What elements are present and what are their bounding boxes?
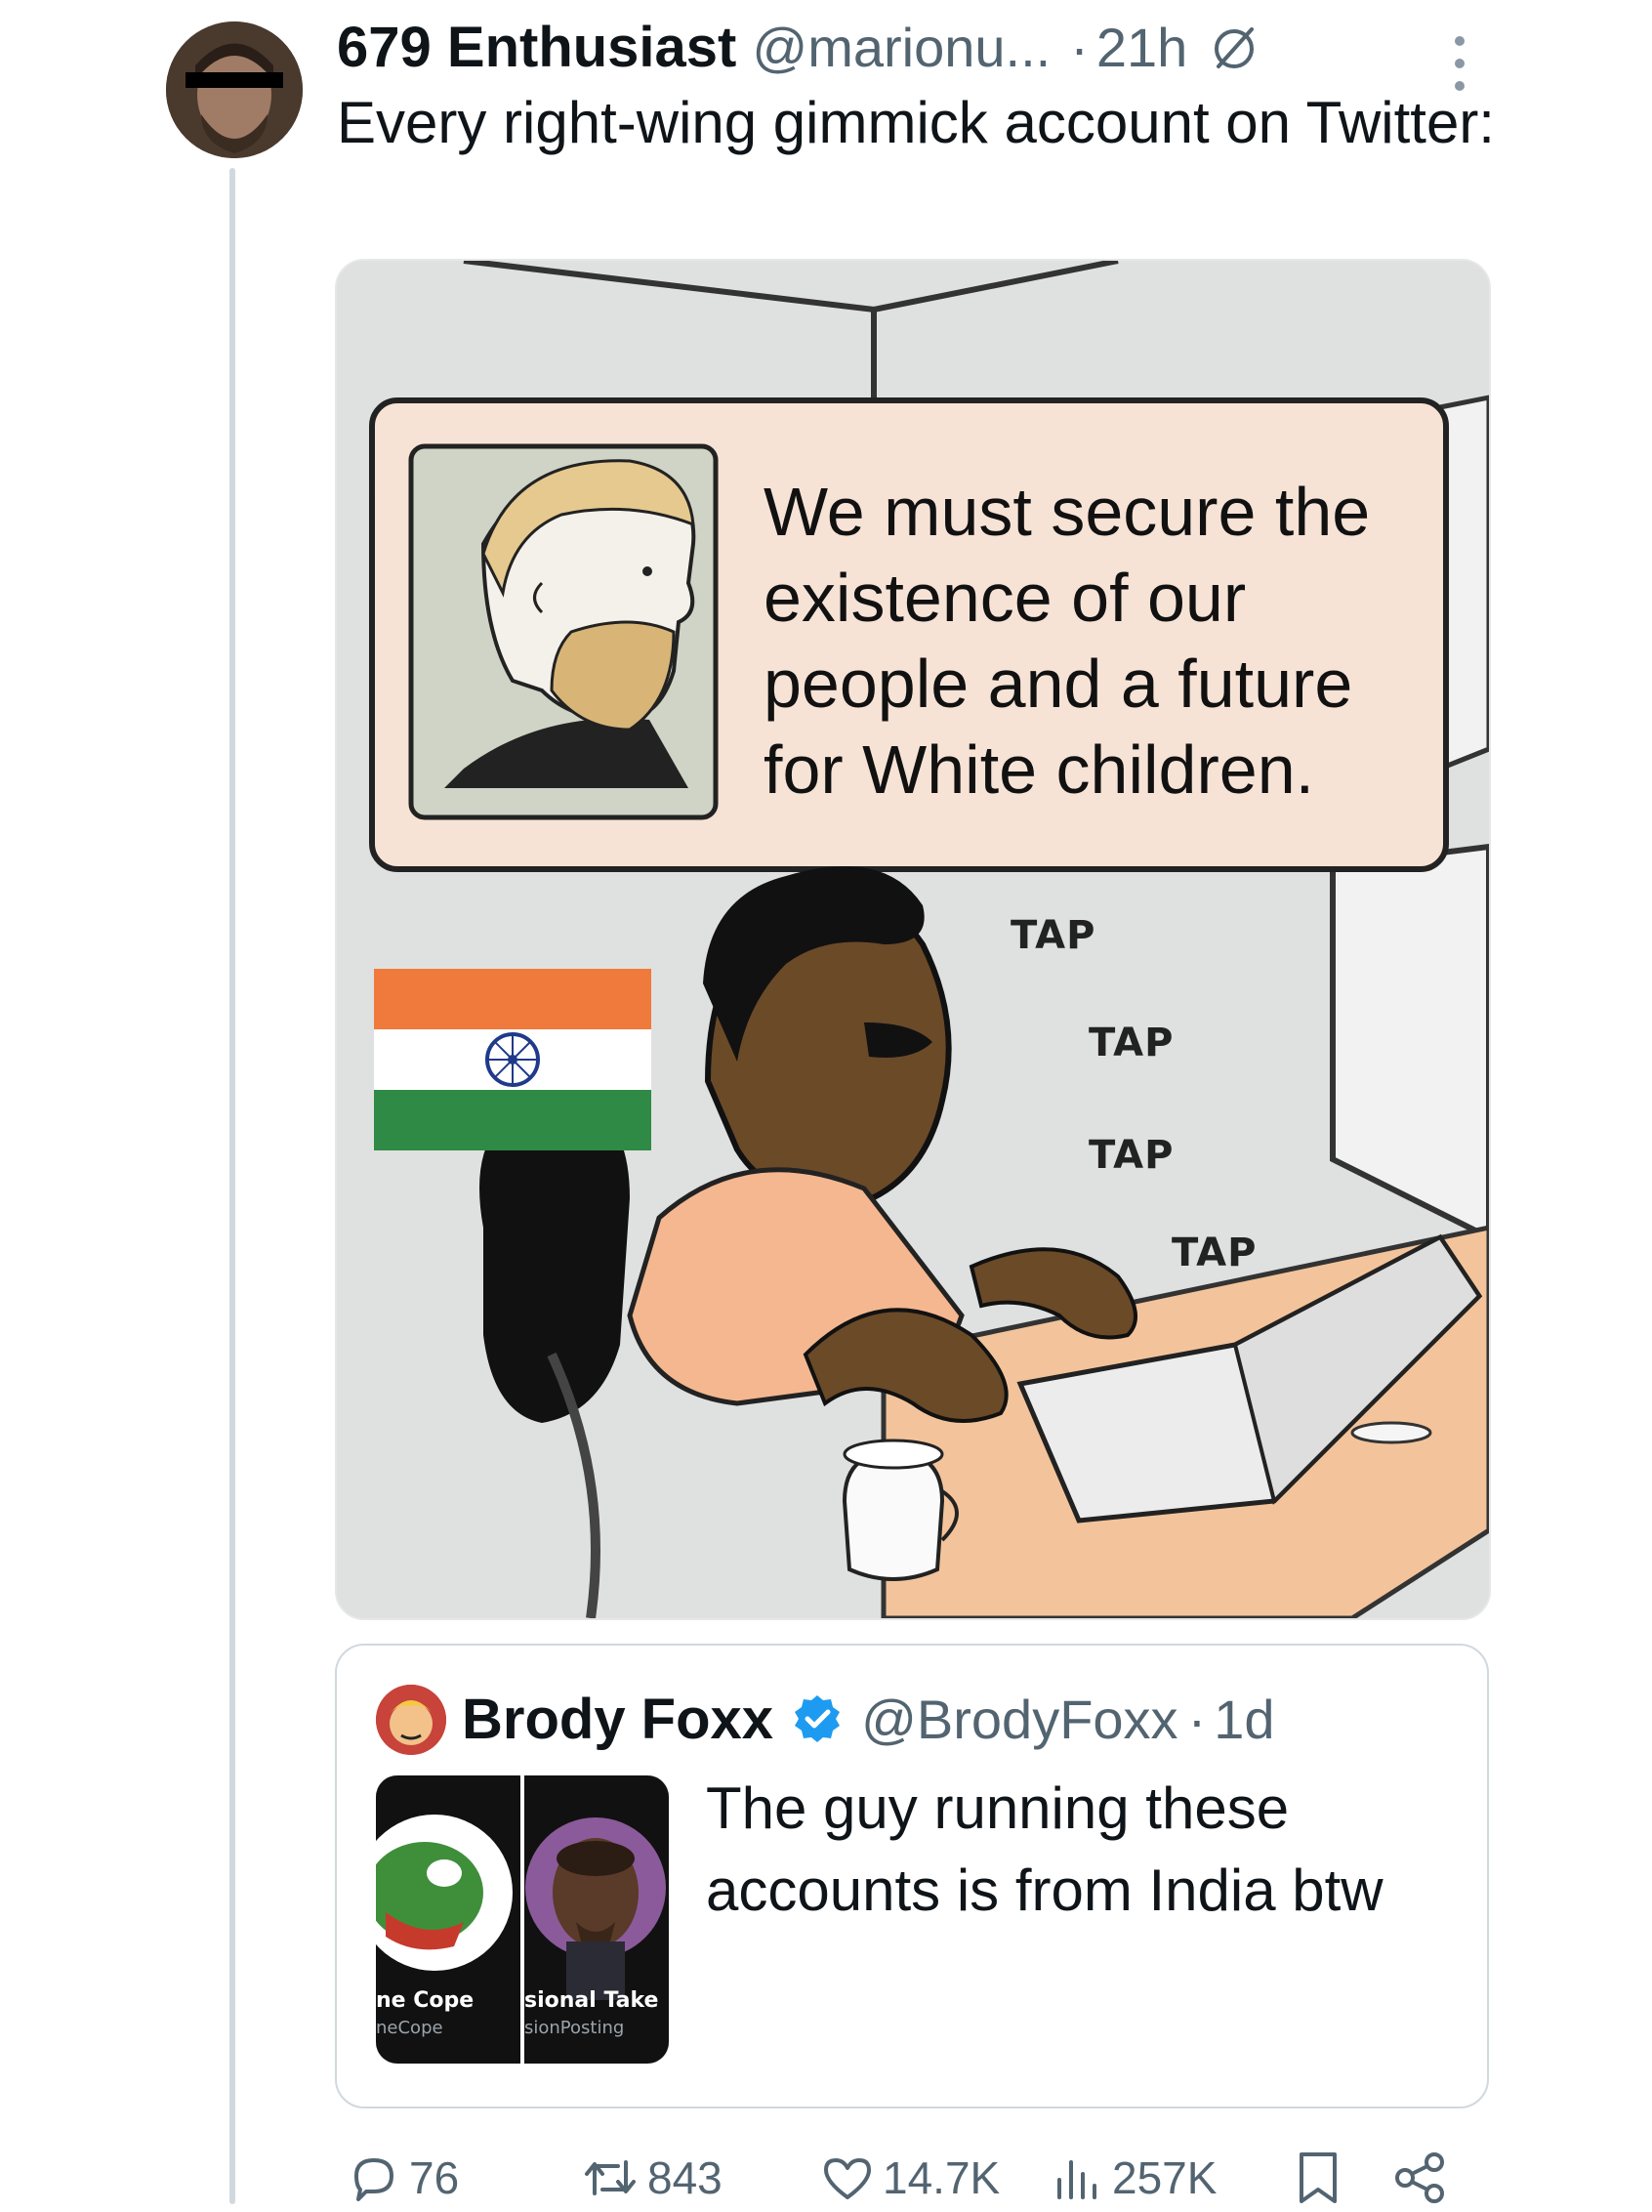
like-count: 14.7K	[883, 2152, 1001, 2203]
quote-text: The guy running these accounts is from I…	[706, 1775, 1384, 1923]
reply-button[interactable]: 76	[347, 2144, 459, 2212]
quote-media[interactable]: ne Cope neCope sional Take sionPosting	[376, 1775, 669, 2064]
views-count: 257K	[1112, 2152, 1218, 2203]
edit-history-icon[interactable]	[1209, 21, 1260, 72]
author-avatar[interactable]	[166, 21, 303, 158]
repost-button[interactable]: 843	[581, 2144, 723, 2212]
quote-media-right-name: sional Take	[524, 1988, 659, 2013]
like-icon	[824, 2158, 871, 2199]
flag-saffron-band	[374, 969, 651, 1029]
author-avatar-image	[166, 21, 303, 158]
quote-header: Brody Foxx @BrodyFoxx · 1d	[462, 1675, 1477, 1763]
thread-line	[229, 168, 235, 2204]
author-name[interactable]: 679 Enthusiast	[337, 15, 736, 80]
like-button[interactable]: 14.7K	[820, 2144, 1000, 2212]
bookmark-icon	[1300, 2152, 1337, 2203]
quote-author-handle[interactable]: @BrodyFoxx	[861, 1688, 1178, 1751]
quote-media-left-handle: neCope	[376, 2018, 443, 2038]
repost-count: 843	[647, 2152, 723, 2203]
tweet-text: Every right-wing gimmick account on Twit…	[337, 90, 1495, 155]
tweet-time[interactable]: 21h	[1096, 16, 1187, 79]
flag-green-band	[374, 1090, 651, 1150]
action-bar: 76 843 14.7K 257K	[347, 2144, 1489, 2212]
quote-media-left-name: ne Cope	[376, 1988, 475, 2013]
separator-dot: ·	[1070, 16, 1089, 78]
bookmark-button[interactable]	[1294, 2144, 1342, 2212]
author-handle[interactable]: @marionu...	[752, 16, 1051, 79]
reply-count: 76	[409, 2152, 460, 2203]
meme-caption: We must secure the existence of our peop…	[764, 474, 1371, 808]
tap-text-3: TAP	[1089, 1133, 1175, 1178]
tweet-header: 679 Enthusiast @marionu... · 21h	[337, 8, 1508, 86]
repost-icon	[585, 2160, 636, 2195]
meme-illustration	[337, 261, 1489, 1618]
quote-tweet-card[interactable]: Brody Foxx @BrodyFoxx · 1d ne Cope neCop…	[335, 1644, 1489, 2108]
tap-text-2: TAP	[1089, 1021, 1175, 1065]
share-button[interactable]	[1391, 2144, 1450, 2212]
views-button[interactable]: 257K	[1050, 2144, 1217, 2212]
quote-separator-dot: ·	[1187, 1688, 1207, 1750]
views-icon	[1057, 2160, 1096, 2199]
quote-author-name[interactable]: Brody Foxx	[462, 1687, 773, 1752]
reply-icon	[354, 2158, 393, 2201]
verified-icon	[791, 1692, 844, 1745]
tap-text-4: TAP	[1172, 1231, 1258, 1275]
quote-author-avatar[interactable]	[376, 1685, 446, 1755]
share-icon	[1395, 2152, 1444, 2203]
tap-text-1: TAP	[1011, 913, 1096, 958]
tweet-media[interactable]: We must secure the existence of our peop…	[335, 259, 1491, 1620]
quote-time[interactable]: 1d	[1214, 1688, 1274, 1751]
quote-media-right-handle: sionPosting	[524, 2018, 625, 2038]
